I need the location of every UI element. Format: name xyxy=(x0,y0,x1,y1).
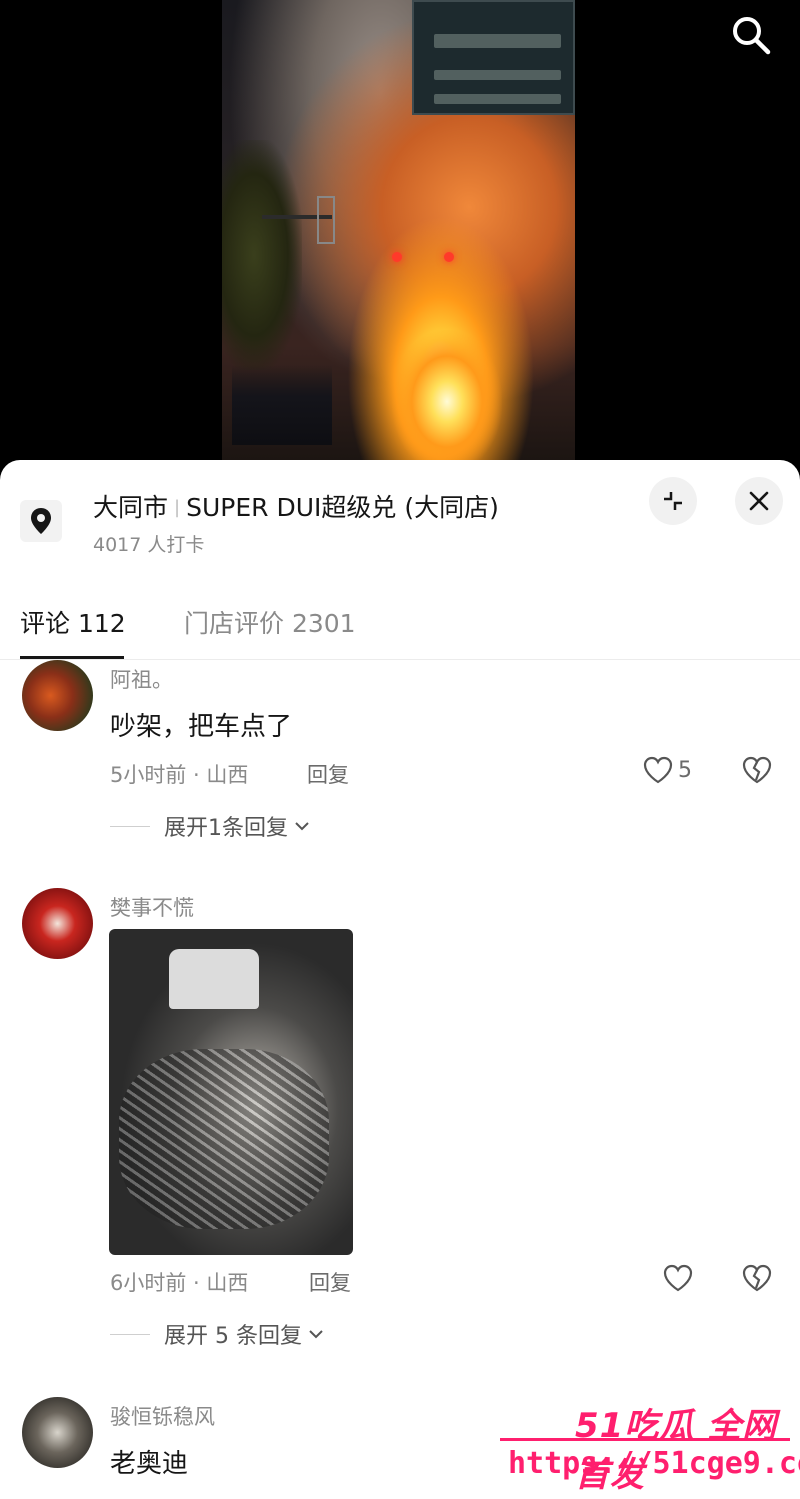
heart-icon xyxy=(643,756,673,784)
video-trees xyxy=(222,140,302,370)
comment-meta: 5小时前 · 山西 xyxy=(110,763,249,787)
like-button[interactable]: 5 xyxy=(642,755,692,785)
like-button[interactable] xyxy=(662,1263,694,1293)
comment-image[interactable] xyxy=(109,929,353,1255)
place-city: 大同市 xyxy=(93,493,169,522)
comment-author[interactable]: 樊事不慌 xyxy=(110,892,194,922)
comments-sheet: 大同市 | SUPER DUI超级兑 (大同店) 4017 人打卡 评论 112 门… xyxy=(0,460,800,1499)
dislike-button[interactable] xyxy=(740,755,774,789)
video-fire xyxy=(392,330,502,460)
reply-button[interactable]: 回复 xyxy=(307,759,349,789)
photo-car xyxy=(169,949,259,1009)
avatar[interactable] xyxy=(22,660,93,731)
watermark-url: https://51cge9.com xyxy=(508,1446,800,1481)
title-separator: | xyxy=(174,497,181,518)
tab-bar: 评论 112 门店评价 2301 xyxy=(0,590,800,660)
close-button[interactable] xyxy=(735,477,783,525)
expand-replies-button[interactable]: 展开1条回复 xyxy=(110,810,310,842)
expand-replies-label: 展开1条回复 xyxy=(164,816,288,841)
dislike-button[interactable] xyxy=(740,1263,774,1297)
video-people xyxy=(232,365,332,445)
place-checkins: 4017 人打卡 xyxy=(93,534,205,556)
photo-burnt-wreck xyxy=(119,1049,329,1229)
expand-replies-label: 展开 5 条回复 xyxy=(164,1324,302,1349)
tab-store-reviews[interactable]: 门店评价 2301 xyxy=(184,604,356,640)
avatar[interactable] xyxy=(22,1397,93,1468)
search-icon xyxy=(733,17,771,55)
search-button[interactable] xyxy=(726,10,776,60)
broken-heart-icon xyxy=(742,756,772,784)
chevron-down-icon xyxy=(309,1330,323,1339)
comment-author[interactable]: 骏恒铄稳风 xyxy=(110,1401,215,1431)
close-icon xyxy=(749,491,769,511)
divider xyxy=(110,825,150,827)
video-street-sign xyxy=(412,0,575,115)
divider xyxy=(110,1333,150,1335)
collapse-button[interactable] xyxy=(649,477,697,525)
comment-text: 吵架，把车点了 xyxy=(110,712,293,742)
expand-replies-button[interactable]: 展开 5 条回复 xyxy=(110,1318,324,1350)
chevron-down-icon xyxy=(295,822,309,831)
comment-meta: 6小时前 · 山西 xyxy=(110,1271,249,1295)
watermark-line xyxy=(500,1438,790,1441)
comment-text: 老奥迪 xyxy=(110,1449,189,1479)
avatar[interactable] xyxy=(22,888,93,959)
tab-underline xyxy=(20,656,124,659)
heart-icon xyxy=(663,1264,693,1292)
tab-comments[interactable]: 评论 112 xyxy=(20,604,126,640)
video-player[interactable] xyxy=(0,0,800,480)
broken-heart-icon xyxy=(742,1264,772,1292)
place-title[interactable]: 大同市 | SUPER DUI超级兑 (大同店) xyxy=(93,488,499,524)
location-pin-icon xyxy=(20,500,62,542)
place-name: SUPER DUI超级兑 (大同店) xyxy=(186,493,499,522)
collapse-icon xyxy=(664,492,682,510)
like-count: 5 xyxy=(678,757,692,783)
reply-button[interactable]: 回复 xyxy=(309,1267,351,1297)
video-frame xyxy=(222,0,575,460)
comment-author[interactable]: 阿祖。 xyxy=(110,664,173,694)
